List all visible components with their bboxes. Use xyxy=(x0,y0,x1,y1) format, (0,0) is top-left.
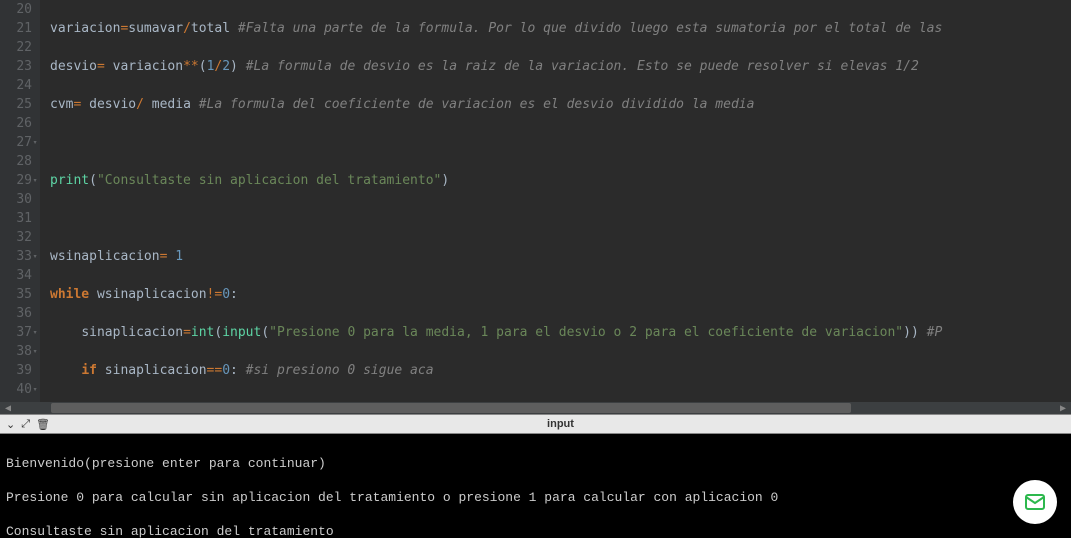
line-number: 31 xyxy=(0,209,32,228)
line-number: 23 xyxy=(0,57,32,76)
code-line[interactable]: while wsinaplicacion!=0: xyxy=(50,285,1071,304)
line-number: 21 xyxy=(0,19,32,38)
line-number: 24 xyxy=(0,76,32,95)
scroll-right-arrow-icon[interactable]: ▶ xyxy=(1055,402,1071,414)
code-line[interactable]: wsinaplicacion= 1 xyxy=(50,247,1071,266)
chat-fab-button[interactable] xyxy=(1013,480,1057,524)
line-number: 30 xyxy=(0,190,32,209)
horizontal-scrollbar[interactable]: ◀ ▶ xyxy=(0,402,1071,414)
code-line[interactable]: variacion=sumavar/total #Falta una parte… xyxy=(50,19,1071,38)
mail-icon xyxy=(1023,490,1047,514)
chevron-down-icon[interactable]: ⌄ xyxy=(6,418,15,431)
line-number: 35 xyxy=(0,285,32,304)
panel-title: input xyxy=(50,418,1071,430)
console-line: Consultaste sin aplicacion del tratamien… xyxy=(6,523,1065,538)
line-number[interactable]: 38 xyxy=(0,342,32,361)
line-number[interactable]: 33 xyxy=(0,247,32,266)
console-line: Bienvenido(presione enter para continuar… xyxy=(6,455,1065,472)
line-number[interactable]: 37 xyxy=(0,323,32,342)
line-number: 22 xyxy=(0,38,32,57)
line-number[interactable]: 29 xyxy=(0,171,32,190)
line-number[interactable]: 40 xyxy=(0,380,32,399)
line-number: 32 xyxy=(0,228,32,247)
console-line: Presione 0 para calcular sin aplicacion … xyxy=(6,489,1065,506)
line-number: 26 xyxy=(0,114,32,133)
code-line[interactable]: print("Consultaste sin aplicacion del tr… xyxy=(50,171,1071,190)
line-number[interactable]: 27 xyxy=(0,133,32,152)
console-output[interactable]: Bienvenido(presione enter para continuar… xyxy=(0,434,1071,538)
line-number: 25 xyxy=(0,95,32,114)
line-number: 39 xyxy=(0,361,32,380)
scroll-thumb[interactable] xyxy=(51,403,851,413)
code-content[interactable]: variacion=sumavar/total #Falta una parte… xyxy=(40,0,1071,402)
line-number: 34 xyxy=(0,266,32,285)
trash-icon[interactable]: 🗑 xyxy=(36,418,50,431)
line-number: 28 xyxy=(0,152,32,171)
line-number: 20 xyxy=(0,0,32,19)
code-line[interactable]: sinaplicacion=int(input("Presione 0 para… xyxy=(50,323,1071,342)
line-number-gutter: 20 21 22 23 24 25 26 27 28 29 30 31 32 3… xyxy=(0,0,40,402)
line-number: 36 xyxy=(0,304,32,323)
code-line[interactable]: desvio= variacion**(1/2) #La formula de … xyxy=(50,57,1071,76)
console-panel-header: ⌄ ⤢ 🗑 input xyxy=(0,414,1071,434)
scroll-left-arrow-icon[interactable]: ◀ xyxy=(0,402,16,414)
expand-icon[interactable]: ⤢ xyxy=(21,418,30,431)
code-editor[interactable]: 20 21 22 23 24 25 26 27 28 29 30 31 32 3… xyxy=(0,0,1071,402)
code-line[interactable] xyxy=(50,209,1071,228)
code-line[interactable]: cvm= desvio/ media #La formula del coefi… xyxy=(50,95,1071,114)
code-line[interactable]: if sinaplicacion==0: #si presiono 0 sigu… xyxy=(50,361,1071,380)
scroll-track[interactable] xyxy=(16,402,1055,414)
code-line[interactable] xyxy=(50,133,1071,152)
